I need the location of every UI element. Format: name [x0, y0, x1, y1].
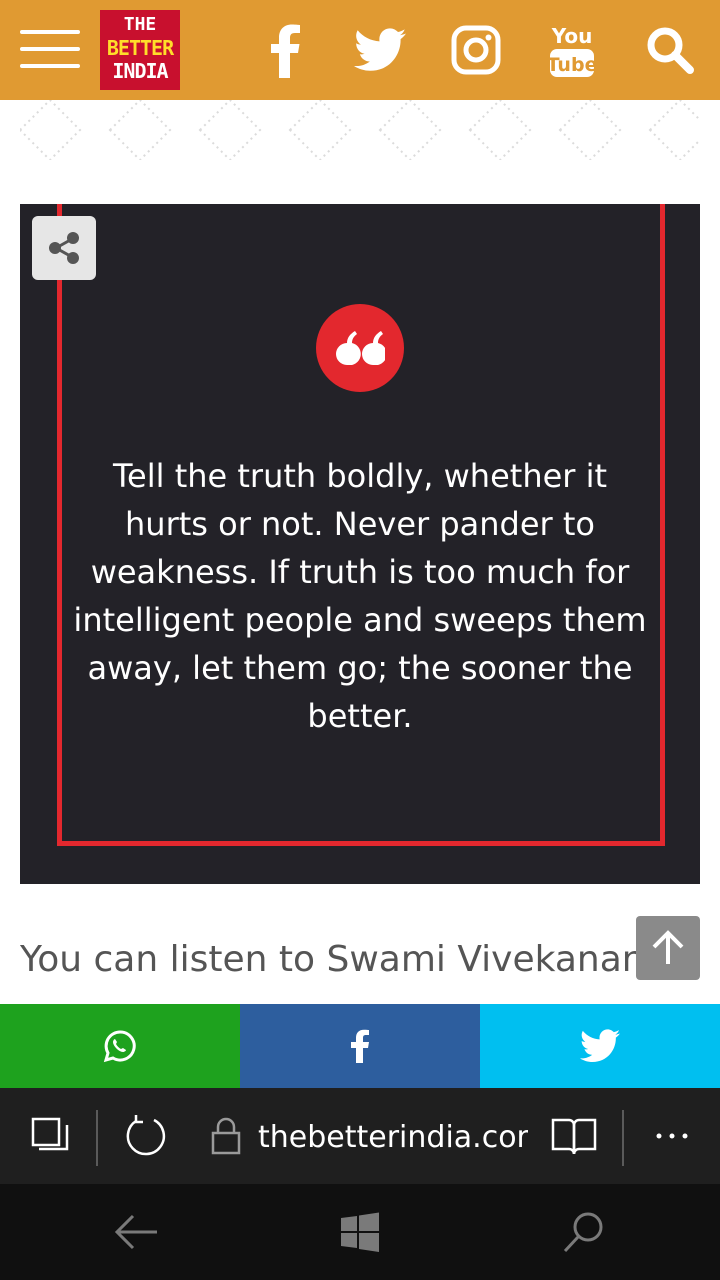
more-icon	[656, 1133, 688, 1139]
arrow-up-icon	[652, 930, 684, 964]
facebook-icon[interactable]	[252, 18, 316, 82]
twitter-share-button[interactable]	[480, 1004, 720, 1088]
whatsapp-icon	[103, 1030, 136, 1063]
instagram-icon[interactable]	[444, 18, 508, 82]
address-bar-url[interactable]: thebetterindia.com/4	[258, 1118, 528, 1158]
reading-view-button[interactable]	[544, 1088, 604, 1184]
browser-toolbar: thebetterindia.com/4	[0, 1088, 720, 1184]
back-button[interactable]	[76, 1184, 196, 1280]
windows-start-button[interactable]	[300, 1184, 420, 1280]
article-paragraph: You can listen to Swami Vivekananda’s	[20, 939, 660, 980]
system-nav-bar	[0, 1184, 720, 1280]
share-bar	[0, 1004, 720, 1088]
logo-line-1: THE	[123, 14, 157, 35]
menu-icon[interactable]	[20, 30, 80, 70]
logo-line-2: BETTER	[106, 36, 174, 60]
back-arrow-icon	[114, 1214, 157, 1250]
windows-icon	[341, 1212, 379, 1252]
page: THE BETTER INDIA You Tube Tell the truth…	[0, 0, 720, 1280]
book-icon	[551, 1118, 597, 1155]
lock-icon	[206, 1088, 246, 1184]
facebook-icon	[351, 1029, 369, 1063]
youtube-icon[interactable]: You Tube	[540, 18, 604, 82]
whatsapp-share-button[interactable]	[0, 1004, 240, 1088]
refresh-icon	[126, 1115, 166, 1156]
share-icon	[49, 232, 79, 264]
twitter-icon	[580, 1029, 620, 1062]
decorative-pattern	[20, 100, 700, 160]
share-button[interactable]	[32, 216, 96, 280]
tabs-button[interactable]	[20, 1088, 80, 1184]
system-search-button[interactable]	[524, 1184, 644, 1280]
quote-text: Tell the truth boldly, whether it hurts …	[73, 457, 647, 735]
svg-text:Tube: Tube	[548, 54, 596, 76]
quote-mark-icon	[316, 304, 404, 392]
search-icon[interactable]	[638, 18, 702, 82]
refresh-button[interactable]	[116, 1088, 176, 1184]
search-icon	[563, 1212, 603, 1253]
twitter-icon[interactable]	[348, 18, 412, 82]
logo-line-3: INDIA	[112, 59, 168, 83]
facebook-share-button[interactable]	[240, 1004, 480, 1088]
tabs-icon	[31, 1117, 69, 1151]
svg-text:You: You	[551, 24, 593, 48]
site-logo[interactable]: THE BETTER INDIA	[100, 10, 180, 90]
quote-image: Tell the truth boldly, whether it hurts …	[20, 204, 700, 884]
site-header: THE BETTER INDIA You Tube	[0, 0, 720, 100]
more-options-button[interactable]	[642, 1088, 702, 1184]
scroll-to-top-button[interactable]	[636, 916, 700, 980]
